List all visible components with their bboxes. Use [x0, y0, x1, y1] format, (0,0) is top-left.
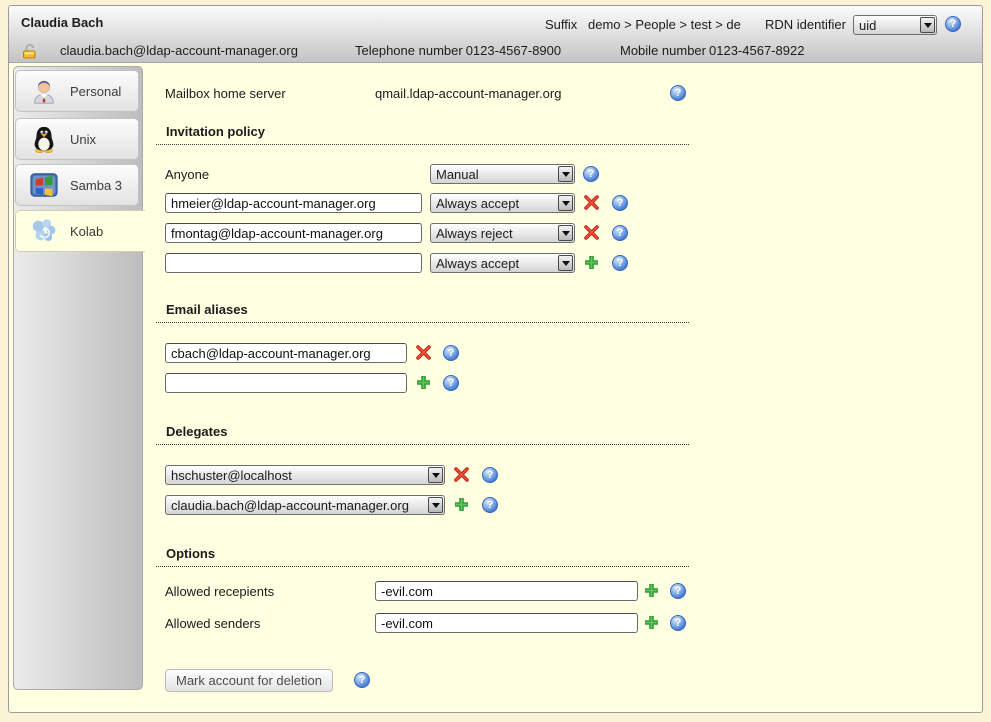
delete-cross-icon[interactable] [583, 224, 600, 241]
dropdown-arrow-icon [558, 255, 573, 271]
deletion-help-icon[interactable]: ? [354, 672, 370, 688]
add-plus-icon[interactable] [583, 254, 600, 271]
email-alias-add-help-icon[interactable]: ? [443, 375, 459, 391]
mailbox-home-server-value: qmail.ldap-account-manager.org [375, 86, 561, 101]
mailbox-home-server-label: Mailbox home server [165, 86, 286, 101]
delete-cross-icon[interactable] [415, 344, 432, 361]
kolab-icon [29, 216, 59, 246]
invitation-policy-select[interactable]: Always reject [430, 223, 575, 243]
allowed-recipients-help-icon[interactable]: ? [670, 583, 686, 599]
account-title: Claudia Bach [21, 15, 103, 30]
invitation-policy-heading: Invitation policy [156, 124, 689, 145]
delete-cross-icon[interactable] [453, 466, 470, 483]
dropdown-arrow-icon [428, 467, 443, 483]
suffix-value: demo > People > test > de [588, 17, 741, 32]
header-telephone: Telephone number0123-4567-8900 [355, 43, 564, 58]
person-icon [29, 76, 59, 106]
invitation-row-help-icon[interactable]: ? [612, 225, 628, 241]
sidebar-tab-kolab[interactable]: Kolab [15, 210, 145, 252]
account-header: Claudia Bach Suffix demo > People > test… [9, 6, 982, 63]
delegates-heading: Delegates [156, 424, 689, 445]
invitation-row-help-icon[interactable]: ? [612, 195, 628, 211]
invitation-policy-selected: Always accept [436, 256, 519, 271]
invitation-address-input-new[interactable] [165, 253, 422, 273]
anyone-policy-help-icon[interactable]: ? [583, 166, 599, 182]
rdn-identifier-select[interactable]: uid [853, 15, 937, 35]
sidebar-tab-personal[interactable]: Personal [15, 70, 139, 112]
windows-icon [29, 170, 59, 200]
delegate-add-help-icon[interactable]: ? [482, 497, 498, 513]
header-mobile: Mobile number0123-4567-8922 [620, 43, 807, 58]
anyone-policy-selected: Manual [436, 167, 479, 182]
rdn-help-icon[interactable]: ? [945, 16, 961, 32]
dropdown-arrow-icon [558, 225, 573, 241]
rdn-identifier-selected: uid [859, 18, 876, 33]
delegate-help-icon[interactable]: ? [482, 467, 498, 483]
telephone-value: 0123-4567-8900 [466, 43, 561, 58]
email-alias-input[interactable] [165, 343, 407, 363]
sidebar-tab-label: Samba 3 [70, 178, 122, 193]
allowed-recipients-input[interactable] [375, 581, 638, 601]
tux-icon [29, 124, 59, 154]
invitation-address-input[interactable] [165, 193, 422, 213]
delegate-select[interactable]: hschuster@localhost [165, 465, 445, 485]
invitation-policy-selected: Always reject [436, 226, 513, 241]
mobile-value: 0123-4567-8922 [709, 43, 804, 58]
anyone-policy-select[interactable]: Manual [430, 164, 575, 184]
mailbox-help-icon[interactable]: ? [670, 85, 686, 101]
header-email: claudia.bach@ldap-account-manager.org [60, 43, 298, 58]
sidebar-tab-samba-3[interactable]: Samba 3 [15, 164, 139, 206]
dropdown-arrow-icon [558, 166, 573, 182]
allowed-recipients-label: Allowed recepients [165, 584, 274, 599]
email-alias-help-icon[interactable]: ? [443, 345, 459, 361]
dropdown-arrow-icon [428, 497, 443, 513]
suffix-label: Suffix [545, 17, 577, 32]
invitation-policy-select[interactable]: Always accept [430, 193, 575, 213]
telephone-label: Telephone number [355, 43, 463, 58]
dropdown-arrow-icon [920, 17, 935, 33]
open-padlock-icon[interactable] [21, 44, 39, 62]
allowed-senders-input[interactable] [375, 613, 638, 633]
email-alias-input-new[interactable] [165, 373, 407, 393]
sidebar-tab-label: Personal [70, 84, 121, 99]
add-plus-icon[interactable] [643, 582, 660, 599]
delegate-selected: claudia.bach@ldap-account-manager.org [171, 498, 409, 513]
options-heading: Options [156, 546, 689, 567]
add-plus-icon[interactable] [453, 496, 470, 513]
invitation-add-help-icon[interactable]: ? [612, 255, 628, 271]
rdn-identifier-label: RDN identifier [765, 17, 846, 32]
add-plus-icon[interactable] [415, 374, 432, 391]
allowed-senders-label: Allowed senders [165, 616, 260, 631]
sidebar-tab-unix[interactable]: Unix [15, 118, 139, 160]
delegate-select-new[interactable]: claudia.bach@ldap-account-manager.org [165, 495, 445, 515]
account-edit-window: Claudia Bach Suffix demo > People > test… [8, 5, 983, 713]
sidebar-tab-label: Unix [70, 132, 96, 147]
email-aliases-heading: Email aliases [156, 302, 689, 323]
mobile-label: Mobile number [620, 43, 706, 58]
invitation-policy-selected: Always accept [436, 196, 519, 211]
allowed-senders-help-icon[interactable]: ? [670, 615, 686, 631]
dropdown-arrow-icon [558, 195, 573, 211]
sidebar-tab-label: Kolab [70, 224, 103, 239]
delegate-selected: hschuster@localhost [171, 468, 292, 483]
delete-cross-icon[interactable] [583, 194, 600, 211]
anyone-label: Anyone [165, 167, 209, 182]
add-plus-icon[interactable] [643, 614, 660, 631]
mark-account-for-deletion-button[interactable]: Mark account for deletion [165, 669, 333, 692]
invitation-address-input[interactable] [165, 223, 422, 243]
invitation-policy-select[interactable]: Always accept [430, 253, 575, 273]
